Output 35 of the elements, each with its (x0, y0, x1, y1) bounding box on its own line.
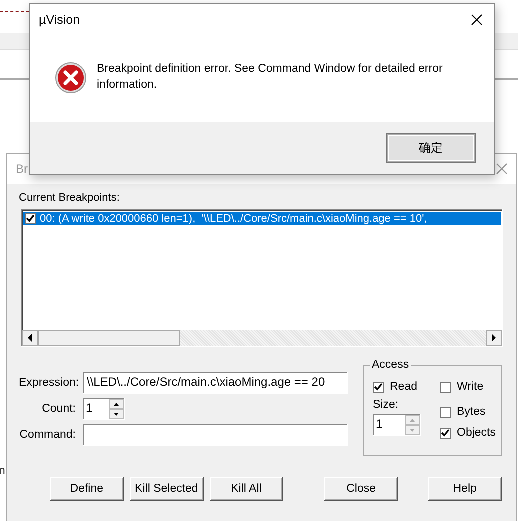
field-label: Command: (19, 429, 76, 441)
command-field[interactable] (83, 424, 348, 446)
checkbox[interactable] (440, 382, 451, 392)
checkbox[interactable] (373, 382, 384, 392)
group-title: Access (370, 359, 412, 371)
dialog-button[interactable]: Kill Selected (130, 477, 204, 501)
list-label: Current Breakpoints: (19, 192, 121, 204)
code-text: n (0, 466, 6, 478)
dialog-button[interactable]: Close (324, 477, 398, 501)
dialog-button[interactable]: Kill All (210, 477, 284, 501)
checkbox[interactable] (440, 428, 451, 438)
ok-button[interactable]: 确定 (387, 134, 475, 162)
field-label: Expression: (19, 377, 76, 389)
checkbox[interactable] (25, 213, 36, 224)
window-title: Br (16, 162, 28, 176)
size-spinner[interactable]: 1 (373, 414, 421, 436)
error-message: Breakpoint definition error. See Command Window for detailed error information. (97, 62, 444, 93)
count-spinner[interactable]: 1 (83, 398, 125, 420)
close-icon[interactable] (471, 14, 483, 26)
checkbox-label: Write (457, 381, 484, 393)
window-title: µVision (39, 13, 80, 27)
checkbox-label: Objects (457, 427, 496, 439)
expression-field[interactable]: \\LED\../Core/Src/main.c\xiaoMing.age == 20 (83, 372, 348, 394)
checkbox[interactable] (440, 406, 451, 418)
scroll-right-icon[interactable] (491, 334, 497, 342)
field-label: Count: (41, 403, 76, 415)
checkbox-label: Read (390, 381, 418, 393)
error-icon (55, 62, 87, 94)
horizontal-scrollbar[interactable] (22, 330, 502, 346)
breakpoint-item[interactable]: 00: (A write 0x20000660 len=1), '\\LED\../Core/Src/main.c\xiaoMing.age == 10', (23, 212, 501, 225)
dialog-button[interactable]: Define (50, 477, 124, 501)
checkbox-label: Bytes (457, 406, 486, 418)
field-label: Size: (373, 399, 400, 411)
scroll-left-icon[interactable] (27, 334, 33, 342)
dialog-button[interactable]: Help (428, 477, 502, 501)
